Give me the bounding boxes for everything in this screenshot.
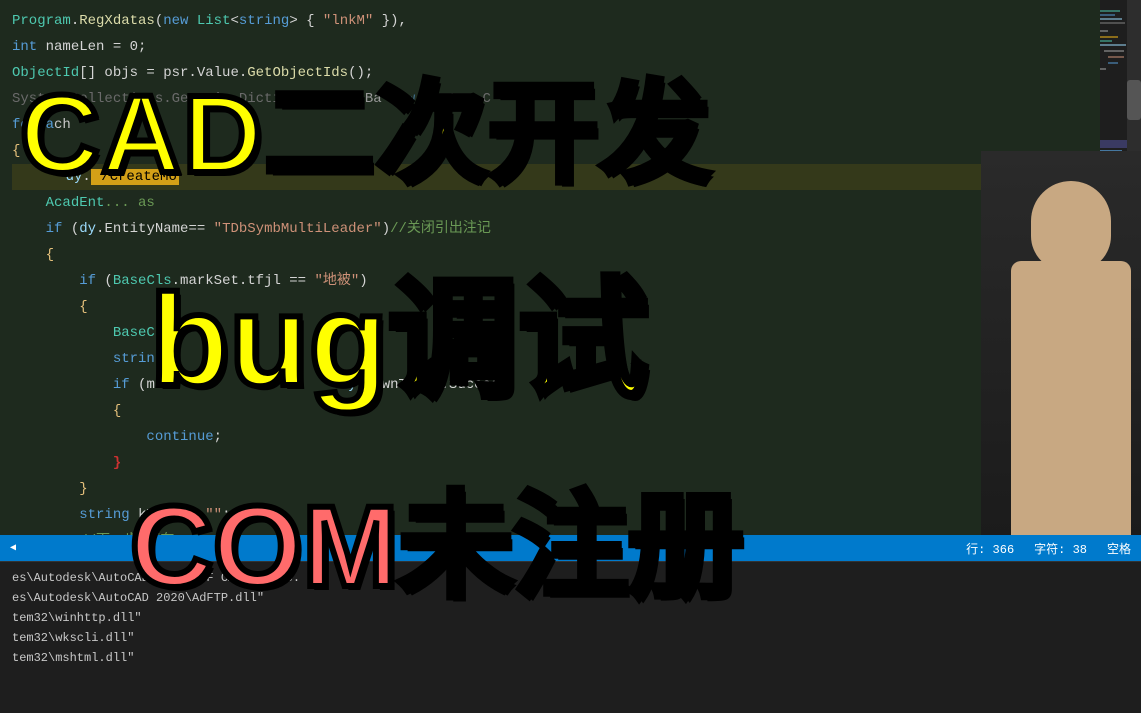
bottom-line-5: tem32\mshtml.dll" — [12, 648, 1129, 668]
status-space: 空格 — [1107, 540, 1131, 557]
code-line-20: string kText = ""; — [12, 502, 1088, 528]
minimap-highlight — [1100, 140, 1127, 148]
code-line-17: continue; — [12, 424, 1088, 450]
code-line-1: Program.RegXdatas(new List<string> { "ln… — [12, 8, 1088, 34]
status-col: 字符: 38 — [1034, 540, 1087, 557]
code-line-12: { — [12, 294, 1088, 320]
code-line-6: { — [12, 138, 1088, 164]
status-row: 行: 366 — [966, 540, 1014, 557]
bottom-line-4: tem32\wkscli.dll" — [12, 628, 1129, 648]
person-head — [1031, 181, 1111, 271]
bottom-line-1: es\Autodesk\AutoCAD 2020\ZIF CAL...Ikes. — [12, 568, 1129, 588]
code-line-10: { — [12, 242, 1088, 268]
scroll-left-arrow[interactable]: ◀ — [10, 542, 16, 554]
code-line-19: } — [12, 476, 1088, 502]
code-line-11: if (BaseCls.markSet.tfjl == "地被") — [12, 268, 1088, 294]
code-line-13: BaseCl — [12, 320, 1088, 346]
bottom-line-2: es\Autodesk\AutoCAD 2020\AdFTP.dll" — [12, 588, 1129, 608]
person-silhouette — [981, 151, 1141, 561]
code-line-5: foreach — [12, 112, 1088, 138]
code-line-2: int nameLen = 0; — [12, 34, 1088, 60]
bottom-panel: es\Autodesk\AutoCAD 2020\ZIF CAL...Ikes.… — [0, 561, 1141, 713]
scrollbar-thumb[interactable] — [1127, 80, 1141, 120]
person-body — [1011, 261, 1131, 561]
code-line-7: dy. /CreateMo — [12, 164, 1088, 190]
code-line-15: if (m dy.DownText).Success) — [12, 372, 1088, 398]
code-line-4: System.Collections.Generic.Dictionary< t… — [12, 86, 1088, 112]
code-line-8: AcadEnt... as — [12, 190, 1088, 216]
code-line-3: ObjectId[] objs = psr.Value.GetObjectIds… — [12, 60, 1088, 86]
code-line-14: strin — [12, 346, 1088, 372]
status-bar: ◀ 行: 366 字符: 38 空格 — [0, 535, 1141, 561]
bottom-content: es\Autodesk\AutoCAD 2020\ZIF CAL...Ikes.… — [0, 562, 1141, 674]
code-line-9: if (dy.EntityName== "TDbSymbMultiLeader"… — [12, 216, 1088, 242]
status-right: 行: 366 字符: 38 空格 — [966, 540, 1131, 557]
code-line-16: { — [12, 398, 1088, 424]
bottom-line-3: tem32\winhttp.dll" — [12, 608, 1129, 628]
code-line-18: } — [12, 450, 1088, 476]
code-editor[interactable]: Program.RegXdatas(new List<string> { "ln… — [0, 0, 1100, 560]
